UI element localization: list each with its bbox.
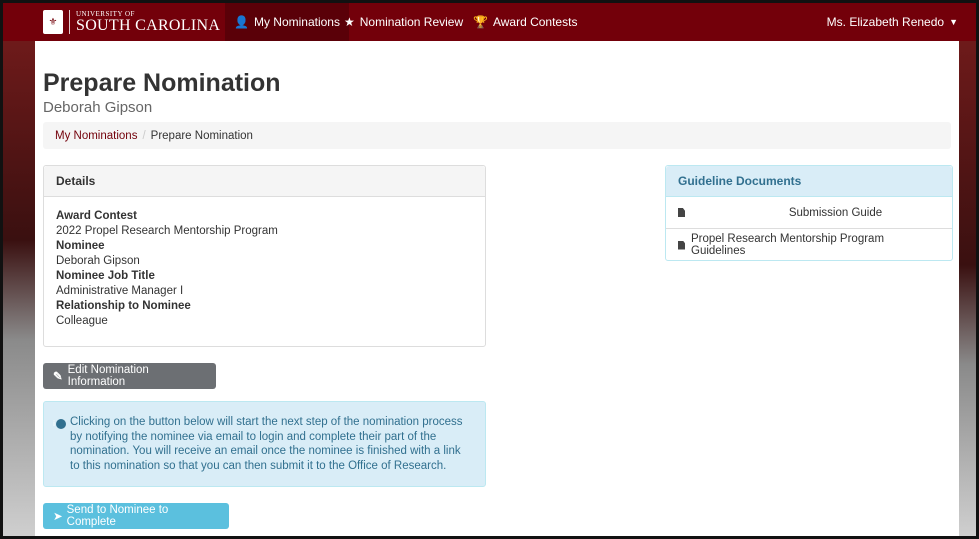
nav-my-nominations[interactable]: 👤 My Nominations [225,3,349,41]
send-icon: ➤ [53,511,63,523]
seal-icon: ⚜ [43,10,63,34]
nominee-label: Nominee [56,240,105,252]
university-logo[interactable]: ⚜ UNIVERSITY OF SOUTH CAROLINA [43,7,220,37]
job-title-value: Administrative Manager I [56,285,184,297]
user-menu[interactable]: Ms. Elizabeth Renedo ▼ [827,3,958,41]
award-contest-value: 2022 Propel Research Mentorship Program [56,225,278,237]
user-icon: 👤 [234,15,249,29]
relationship-label: Relationship to Nominee [56,300,191,312]
guideline-documents-panel: Guideline Documents Submission Guide Pro… [665,165,953,261]
nav-award-contests[interactable]: 🏆 Award Contests [473,3,577,41]
user-name: Ms. Elizabeth Renedo [826,15,945,29]
details-panel: Details Award Contest 2022 Propel Resear… [43,165,486,347]
main-content: Prepare Nomination Deborah Gipson My Nom… [35,41,959,539]
doc-label: Submission Guide [788,206,883,219]
details-heading: Details [44,166,485,197]
page-subtitle: Deborah Gipson [43,99,153,116]
relationship-value: Colleague [56,315,108,327]
nav-label: My Nominations [253,15,340,29]
top-navbar: ⚜ UNIVERSITY OF SOUTH CAROLINA 👤 My Nomi… [3,3,976,41]
send-button-label: Send to Nominee to Complete [66,504,169,528]
breadcrumb-separator: / [142,129,146,142]
guideline-heading: Guideline Documents [666,166,952,197]
award-contest-label: Award Contest [56,210,137,222]
page-title: Prepare Nomination [43,69,281,97]
file-icon [678,240,685,250]
job-title-label: Nominee Job Title [56,270,155,282]
send-to-nominee-button[interactable]: ➤ Send to Nominee to Complete [43,503,229,529]
info-alert: i Clicking on the button below will start… [43,401,486,487]
edit-icon: ✎ [53,371,63,383]
breadcrumb: My Nominations / Prepare Nomination [43,122,951,149]
nav-nomination-review[interactable]: ★ Nomination Review [344,3,463,41]
trophy-icon: 🏆 [473,15,488,29]
edit-nomination-button[interactable]: ✎ Edit Nomination Information [43,363,216,389]
background-image-left [3,41,35,539]
doc-label: Propel Research Mentorship Program Guide… [691,233,885,257]
background-image-right [959,41,976,539]
file-icon [678,208,685,217]
info-icon: i [53,419,66,429]
breadcrumb-my-nominations[interactable]: My Nominations [55,130,137,142]
nominee-value: Deborah Gipson [56,255,140,267]
nav-label: Award Contests [492,15,578,29]
edit-button-label: Edit Nomination Information [67,364,149,388]
star-icon: ★ [344,15,355,29]
breadcrumb-current: Prepare Nomination [150,129,253,142]
info-alert-text: Clicking on the button below will start … [70,416,463,472]
logo-divider [69,10,70,34]
caret-down-icon: ▼ [949,17,958,27]
logo-big-text: SOUTH CAROLINA [76,16,221,34]
doc-submission-guide[interactable]: Submission Guide [666,197,952,229]
doc-program-guidelines[interactable]: Propel Research Mentorship Program Guide… [666,229,952,261]
nav-label: Nomination Review [359,15,464,29]
